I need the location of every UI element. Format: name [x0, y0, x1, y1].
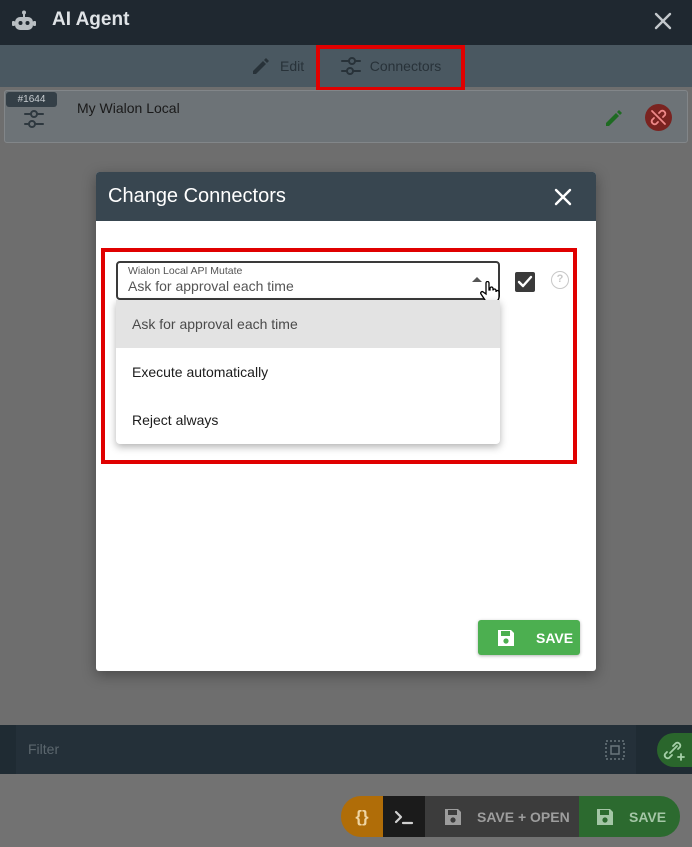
robot-icon: [12, 10, 36, 30]
save-open-label: SAVE + OPEN: [477, 808, 570, 825]
title-bar: AI Agent: [0, 0, 692, 45]
floppy-icon: [597, 808, 613, 825]
connector-id-badge: #1644: [6, 92, 57, 107]
json-label: {}: [355, 806, 369, 826]
add-link-icon: [663, 741, 685, 761]
unlink-icon: [650, 109, 667, 126]
tab-edit[interactable]: Edit: [250, 45, 304, 87]
tab-edit-label: Edit: [280, 58, 305, 74]
highlight-outline-tab: [316, 45, 465, 91]
filter-placeholder: Filter: [28, 741, 60, 757]
terminal-icon: [394, 810, 414, 824]
add-link-button[interactable]: [657, 733, 692, 767]
filter-bar: Filter: [0, 725, 692, 774]
close-icon[interactable]: [652, 10, 674, 32]
bottom-toolbar: {} SAVE + OPEN SAVE: [341, 796, 680, 837]
connector-name: My Wialon Local: [77, 100, 180, 116]
pencil-icon: [253, 58, 269, 74]
json-button[interactable]: {}: [341, 796, 383, 837]
connector-card[interactable]: #1644 My Wialon Local: [4, 90, 688, 143]
save-label: SAVE: [629, 808, 667, 825]
save-button[interactable]: SAVE: [579, 796, 680, 837]
dialog-header: Change Connectors: [96, 172, 596, 221]
dialog-title: Change Connectors: [108, 185, 286, 207]
filter-input[interactable]: Filter: [16, 725, 636, 774]
terminal-button[interactable]: [383, 796, 425, 837]
unlink-button[interactable]: [645, 104, 672, 131]
dialog-save-label: SAVE: [536, 629, 574, 646]
sliders-icon: [24, 110, 44, 128]
select-all-icon[interactable]: [604, 739, 626, 761]
window-title: AI Agent: [52, 9, 130, 30]
save-open-button[interactable]: SAVE + OPEN: [425, 796, 579, 837]
highlight-outline-select: [101, 248, 577, 464]
floppy-icon: [445, 808, 461, 825]
close-icon[interactable]: [552, 186, 574, 208]
pencil-icon[interactable]: [603, 107, 625, 129]
floppy-icon: [498, 629, 514, 646]
dialog-save-button[interactable]: SAVE: [478, 620, 580, 655]
